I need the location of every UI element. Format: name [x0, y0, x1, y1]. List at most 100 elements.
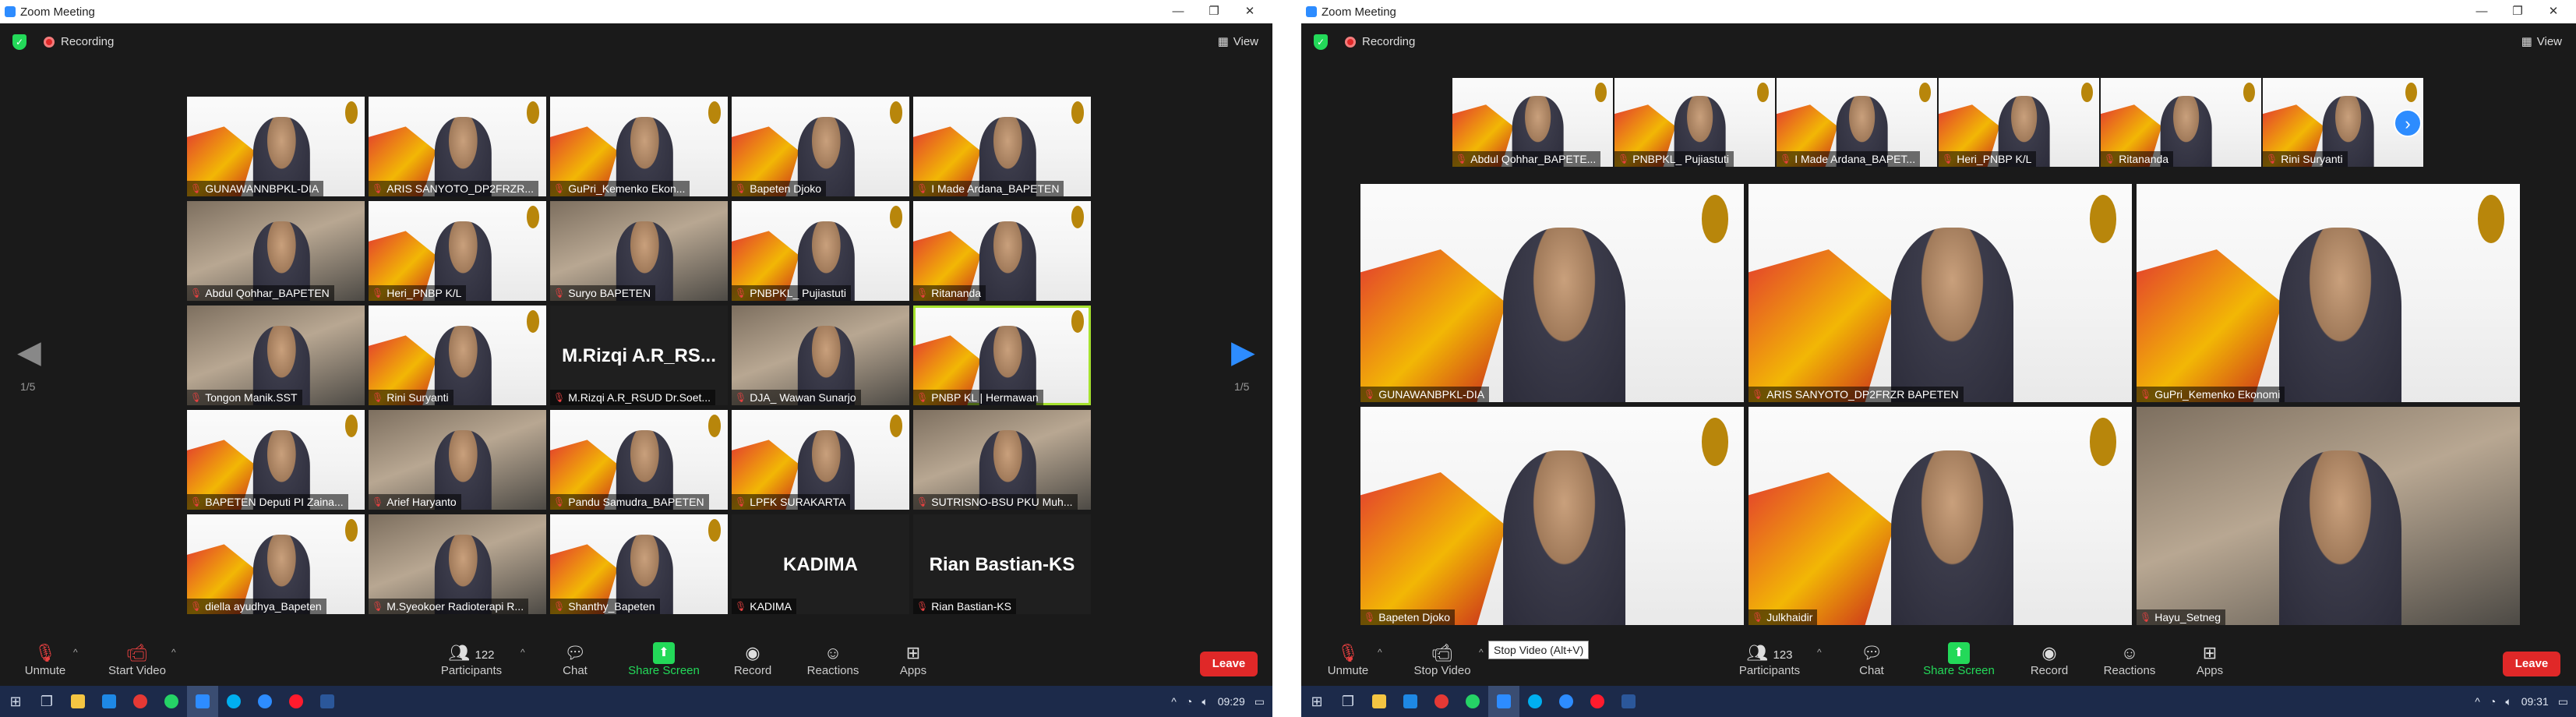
audio-options-caret-icon[interactable]: ^ [1378, 647, 1382, 658]
security-shield-icon[interactable]: ✓ [12, 34, 26, 50]
video-tile[interactable]: 🎙︎ GuPri_Kemenko Ekon... [550, 97, 728, 196]
video-tile[interactable]: 🎙︎ Ritananda [2101, 78, 2261, 167]
video-tile[interactable]: 🎙︎ BAPETEN Deputi PI Zaina... [187, 410, 365, 510]
zoom-client-icon[interactable] [249, 686, 281, 717]
video-tile[interactable]: 🎙︎ Julkhaidir [1749, 407, 2132, 625]
mail-icon[interactable] [1395, 686, 1426, 717]
restore-icon[interactable]: ❐ [1196, 0, 1232, 23]
video-options-caret-icon[interactable]: ^ [1479, 647, 1484, 658]
participants-button[interactable]: 👥︎ 123 Participants [1734, 642, 1805, 677]
windows-start-icon[interactable]: ⊞ [1301, 686, 1332, 717]
opera-icon[interactable] [1582, 686, 1613, 717]
video-options-caret-icon[interactable]: ^ [171, 647, 176, 658]
share-screen-button[interactable]: ⬆ Share Screen [623, 642, 704, 677]
audio-options-caret-icon[interactable]: ^ [73, 647, 78, 658]
video-tile[interactable]: 🎙︎ GUNAWANNBPKL-DIA [187, 97, 365, 196]
wifi-icon[interactable]: ◔ [2490, 695, 2496, 708]
tray-chevron-icon[interactable]: ^ [1171, 695, 1177, 708]
chat-button[interactable]: 💬︎ Chat [1854, 642, 1889, 677]
chrome-icon[interactable] [125, 686, 156, 717]
next-page-arrow-icon[interactable]: ▶ [1231, 337, 1255, 368]
skype-icon[interactable] [1519, 686, 1551, 717]
zoom-client-icon[interactable] [1551, 686, 1582, 717]
video-tile[interactable]: 🎙︎ Bapeten Djoko [1360, 407, 1744, 625]
video-tile[interactable]: 🎙︎ ARIS SANYOTO_DP2FRZR... [369, 97, 546, 196]
file-explorer-icon[interactable] [1364, 686, 1395, 717]
video-tile[interactable]: 🎙︎ PNBPKL_ Pujiastuti [732, 201, 909, 301]
strip-next-arrow-icon[interactable]: › [2394, 109, 2422, 137]
video-tile[interactable]: 🎙︎ Shanthy_Bapeten [550, 514, 728, 614]
volume-icon[interactable]: 🔈︎ [2505, 695, 2511, 708]
reactions-button[interactable]: ☺ Reactions [803, 642, 863, 677]
video-tile[interactable]: KADIMA 🎙︎ KADIMA [732, 514, 909, 614]
word-icon[interactable] [312, 686, 343, 717]
start-video-button[interactable]: 📹︎ Start Video [101, 642, 173, 677]
opera-icon[interactable] [281, 686, 312, 717]
video-tile[interactable]: M.Rizqi A.R_RS... 🎙︎ M.Rizqi A.R_RSUD Dr.S… [550, 306, 728, 405]
video-tile[interactable]: 🎙︎ GuPri_Kemenko Ekonomi [2137, 184, 2520, 402]
video-tile[interactable]: 🎙︎ DJA_ Wawan Sunarjo [732, 306, 909, 405]
video-tile[interactable]: 🎙︎ Heri_PNBP K/L [1939, 78, 2099, 167]
video-tile[interactable]: 🎙︎ Pandu Samudra_BAPETEN [550, 410, 728, 510]
record-button[interactable]: ◉ Record [2026, 642, 2073, 677]
whatsapp-icon[interactable] [1457, 686, 1488, 717]
video-tile[interactable]: 🎙︎ Suryo BAPETEN [550, 201, 728, 301]
participants-caret-icon[interactable]: ^ [1817, 647, 1822, 658]
clock[interactable]: 09:29 [1218, 695, 1245, 708]
video-tile[interactable]: 🎙︎ SUTRISNO-BSU PKU Muh... [913, 410, 1091, 510]
wifi-icon[interactable]: ◔ [1186, 695, 1192, 708]
video-tile[interactable]: 🎙︎ Abdul Qohhar_BAPETEN [187, 201, 365, 301]
reactions-button[interactable]: ☺ Reactions [2099, 642, 2160, 677]
tray-chevron-icon[interactable]: ^ [2475, 695, 2480, 708]
video-tile[interactable]: 🎙︎ Tongon Manik.SST [187, 306, 365, 405]
prev-page-arrow-icon[interactable]: ◀ [17, 337, 41, 368]
zoom-taskbar-icon[interactable] [187, 686, 218, 717]
chrome-icon[interactable] [1426, 686, 1457, 717]
video-tile[interactable]: 🎙︎ ARIS SANYOTO_DP2FRZR BAPETEN [1749, 184, 2132, 402]
view-button[interactable]: ▦ View [1218, 34, 1258, 49]
restore-icon[interactable]: ❐ [2500, 0, 2535, 23]
video-tile[interactable]: 🎙︎ PNBP KL | Hermawan [913, 306, 1091, 405]
video-tile[interactable]: Rian Bastian-KS 🎙︎ Rian Bastian-KS [913, 514, 1091, 614]
stop-video-button[interactable]: 📹︎ Stop Video [1407, 642, 1477, 677]
word-icon[interactable] [1613, 686, 1644, 717]
notifications-icon[interactable]: ▭ [2558, 695, 2568, 708]
video-tile[interactable]: 🎙︎ LPFK SURAKARTA [732, 410, 909, 510]
video-tile[interactable]: 🎙︎ Rini Suryanti [369, 306, 546, 405]
close-icon[interactable]: ✕ [2535, 0, 2571, 23]
video-tile[interactable]: 🎙︎ I Made Ardana_BAPET... [1777, 78, 1937, 167]
whatsapp-icon[interactable] [156, 686, 187, 717]
video-tile[interactable]: 🎙︎ Heri_PNBP K/L [369, 201, 546, 301]
security-shield-icon[interactable]: ✓ [1314, 34, 1328, 50]
chat-button[interactable]: 💬︎ Chat [558, 642, 592, 677]
video-tile[interactable]: 🎙︎ M.Syeokoer Radioterapi R... [369, 514, 546, 614]
share-screen-button[interactable]: ⬆ Share Screen [1918, 642, 1999, 677]
video-tile[interactable]: 🎙︎ GUNAWANBPKL-DIA [1360, 184, 1744, 402]
skype-icon[interactable] [218, 686, 249, 717]
task-view-icon[interactable]: ❐ [1332, 686, 1364, 717]
video-tile[interactable]: 🎙︎ Hayu_Setneg [2137, 407, 2520, 625]
windows-start-icon[interactable]: ⊞ [0, 686, 31, 717]
participants-button[interactable]: 👥︎ 122 Participants [436, 642, 506, 677]
record-button[interactable]: ◉ Record [729, 642, 776, 677]
leave-button[interactable]: Leave [1200, 652, 1258, 676]
mail-icon[interactable] [94, 686, 125, 717]
task-view-icon[interactable]: ❐ [31, 686, 62, 717]
video-tile[interactable]: 🎙︎ diella ayudhya_Bapeten [187, 514, 365, 614]
unmute-button[interactable]: 🎙︎ Unmute [17, 642, 73, 677]
participants-caret-icon[interactable]: ^ [520, 647, 525, 658]
clock[interactable]: 09:31 [2521, 695, 2549, 708]
minimize-icon[interactable]: — [1160, 0, 1196, 23]
apps-button[interactable]: ⊞ Apps [896, 642, 930, 677]
video-tile[interactable]: 🎙︎ Bapeten Djoko [732, 97, 909, 196]
view-button[interactable]: ▦ View [2521, 34, 2562, 49]
file-explorer-icon[interactable] [62, 686, 94, 717]
unmute-button[interactable]: 🎙︎ Unmute [1320, 642, 1376, 677]
video-tile[interactable]: 🎙︎ PNBPKL_ Pujiastuti [1614, 78, 1775, 167]
leave-button[interactable]: Leave [2503, 652, 2560, 676]
video-tile[interactable]: 🎙︎ Ritananda [913, 201, 1091, 301]
video-tile[interactable]: 🎙︎ I Made Ardana_BAPETEN [913, 97, 1091, 196]
close-icon[interactable]: ✕ [1232, 0, 1268, 23]
notifications-icon[interactable]: ▭ [1254, 695, 1265, 708]
video-tile[interactable]: 🎙︎ Arief Haryanto [369, 410, 546, 510]
